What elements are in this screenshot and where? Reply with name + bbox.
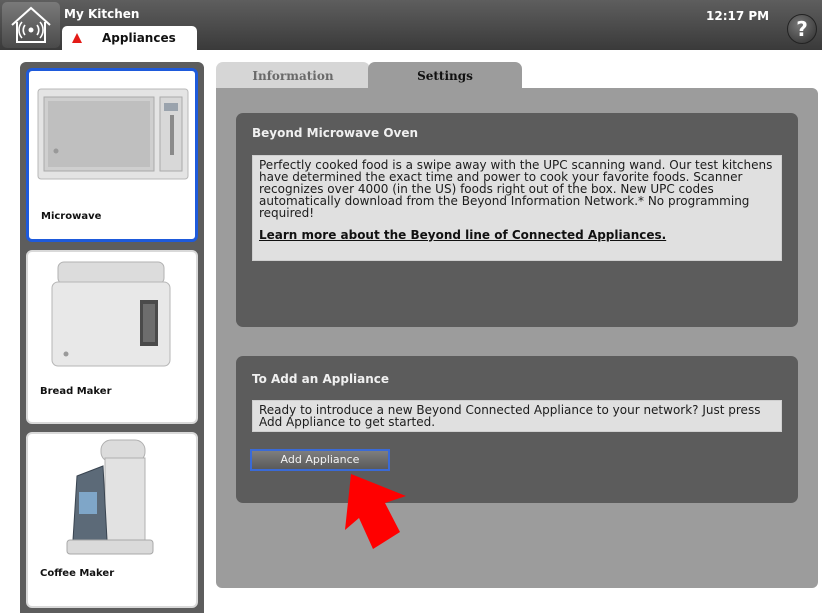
section-title: To Add an Appliance <box>252 372 390 386</box>
sidebar-item-coffee-maker[interactable]: Coffee Maker <box>26 432 198 608</box>
microwave-image <box>37 88 189 180</box>
add-appliance-description: Ready to introduce a new Beyond Connecte… <box>252 400 782 432</box>
pointer-arrow-icon <box>345 474 406 549</box>
sidebar-item-bread-maker[interactable]: Bread Maker <box>26 250 198 424</box>
sidebar-item-label: Coffee Maker <box>40 568 115 579</box>
clock: 12:17 PM <box>706 9 770 23</box>
sidebar-item-microwave[interactable]: Microwave <box>26 68 198 242</box>
tab-appliances-label: Appliances <box>102 31 176 45</box>
tab-settings[interactable]: Settings <box>368 62 522 90</box>
product-description: Perfectly cooked food is a swipe away wi… <box>259 158 773 220</box>
section-title: Beyond Microwave Oven <box>252 126 419 140</box>
tab-appliances[interactable]: Appliances <box>62 26 197 50</box>
learn-more-link[interactable]: Learn more about the Beyond line of Conn… <box>259 229 775 241</box>
appliance-sidebar: Microwave Bread Maker Coffee Maker <box>20 62 204 613</box>
sidebar-item-label: Microwave <box>41 211 102 222</box>
top-bar: My Kitchen Appliances 12:17 PM ? <box>0 0 822 50</box>
tab-information[interactable]: Information <box>216 62 370 90</box>
alert-triangle-icon <box>72 33 82 43</box>
home-icon <box>11 6 51 43</box>
coffee-maker-image <box>66 439 154 555</box>
sidebar-item-label: Bread Maker <box>40 386 112 397</box>
home-button[interactable] <box>2 2 60 48</box>
app-title: My Kitchen <box>64 7 140 21</box>
product-info-section: Beyond Microwave Oven Perfectly cooked f… <box>236 113 798 327</box>
help-button[interactable]: ? <box>787 14 817 44</box>
product-description-box: Perfectly cooked food is a swipe away wi… <box>252 155 782 261</box>
bread-maker-image <box>51 261 171 367</box>
